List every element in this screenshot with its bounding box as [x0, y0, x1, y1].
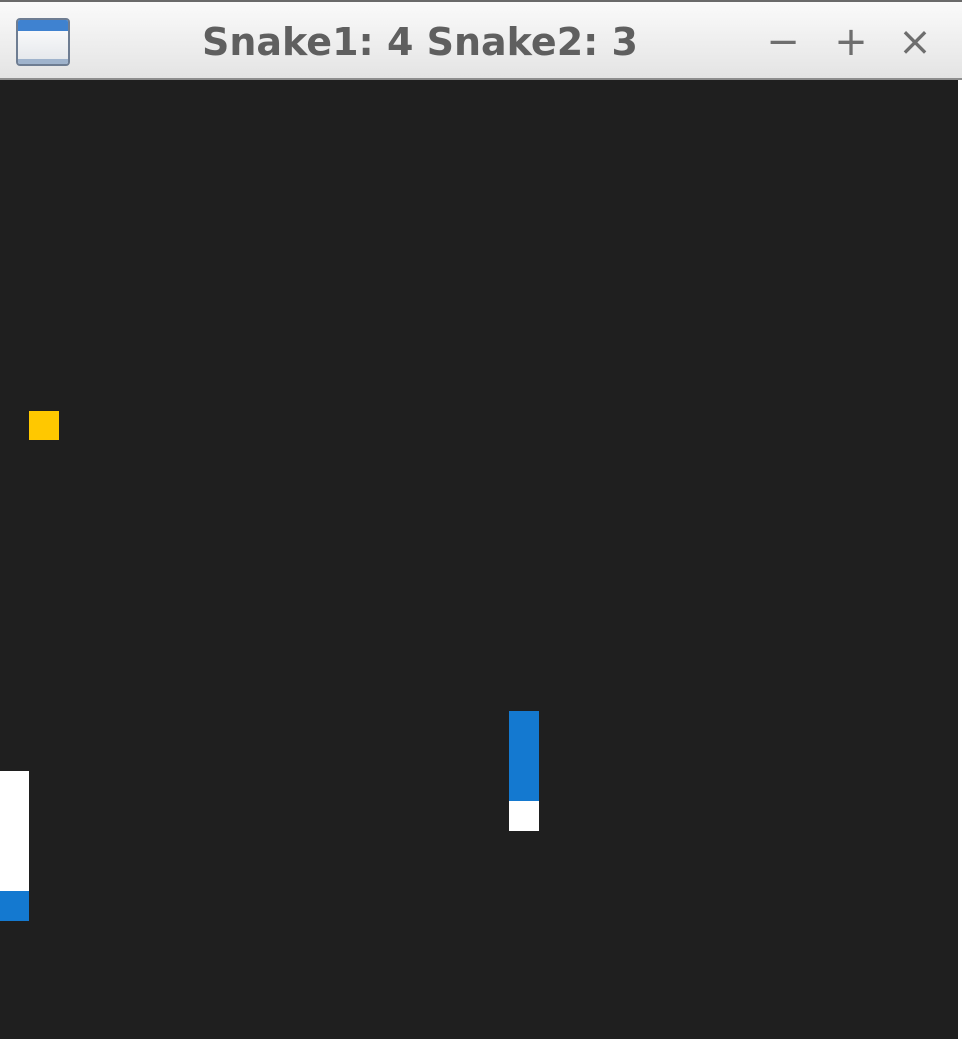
close-button[interactable]: ×: [890, 16, 940, 68]
game-window: Snake1: 4 Snake2: 3 − + ×: [0, 0, 962, 1039]
maximize-button[interactable]: +: [826, 16, 876, 68]
snake1-body-segment: [0, 771, 29, 891]
snake1-head-segment: [0, 891, 29, 921]
food-pellet: [29, 411, 59, 440]
snake2-head-segment: [509, 711, 539, 801]
window-title: Snake1: 4 Snake2: 3: [201, 20, 639, 64]
snake2-body-segment: [509, 801, 539, 831]
game-board[interactable]: [0, 80, 962, 1039]
window-right-edge: [958, 80, 962, 1039]
minimize-button[interactable]: −: [758, 16, 808, 68]
title-bar[interactable]: Snake1: 4 Snake2: 3 − + ×: [0, 0, 962, 80]
window-app-icon[interactable]: [16, 18, 70, 66]
